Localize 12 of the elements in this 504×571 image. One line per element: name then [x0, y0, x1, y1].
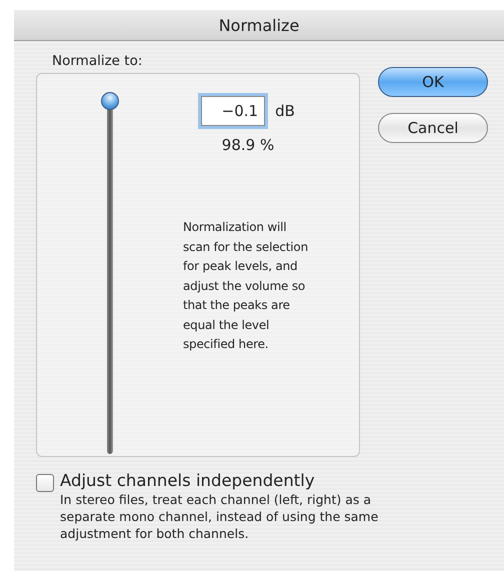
cancel-button[interactable]: Cancel — [378, 113, 488, 143]
description-text: Normalization will scan for the selection for peak levels, and adjust the volume so that the peaks are equal the level specified here. — [183, 219, 309, 353]
unit-label: dB — [275, 102, 295, 120]
slider-thumb[interactable] — [101, 92, 119, 110]
ok-button[interactable]: OK — [378, 67, 488, 97]
percent-readout: 98.9 % — [222, 136, 274, 154]
group-label: Normalize to: — [52, 53, 144, 69]
checkbox-label: Adjust channels independently — [60, 471, 316, 490]
value-field[interactable]: −0.1 — [201, 96, 266, 126]
window-title: Normalize — [218, 16, 300, 34]
checkbox[interactable] — [36, 474, 54, 492]
option-description: In stereo files, treat each channel (left, right) as a separate mono channel, instead of using the same adjustment for both channels. — [60, 491, 380, 542]
